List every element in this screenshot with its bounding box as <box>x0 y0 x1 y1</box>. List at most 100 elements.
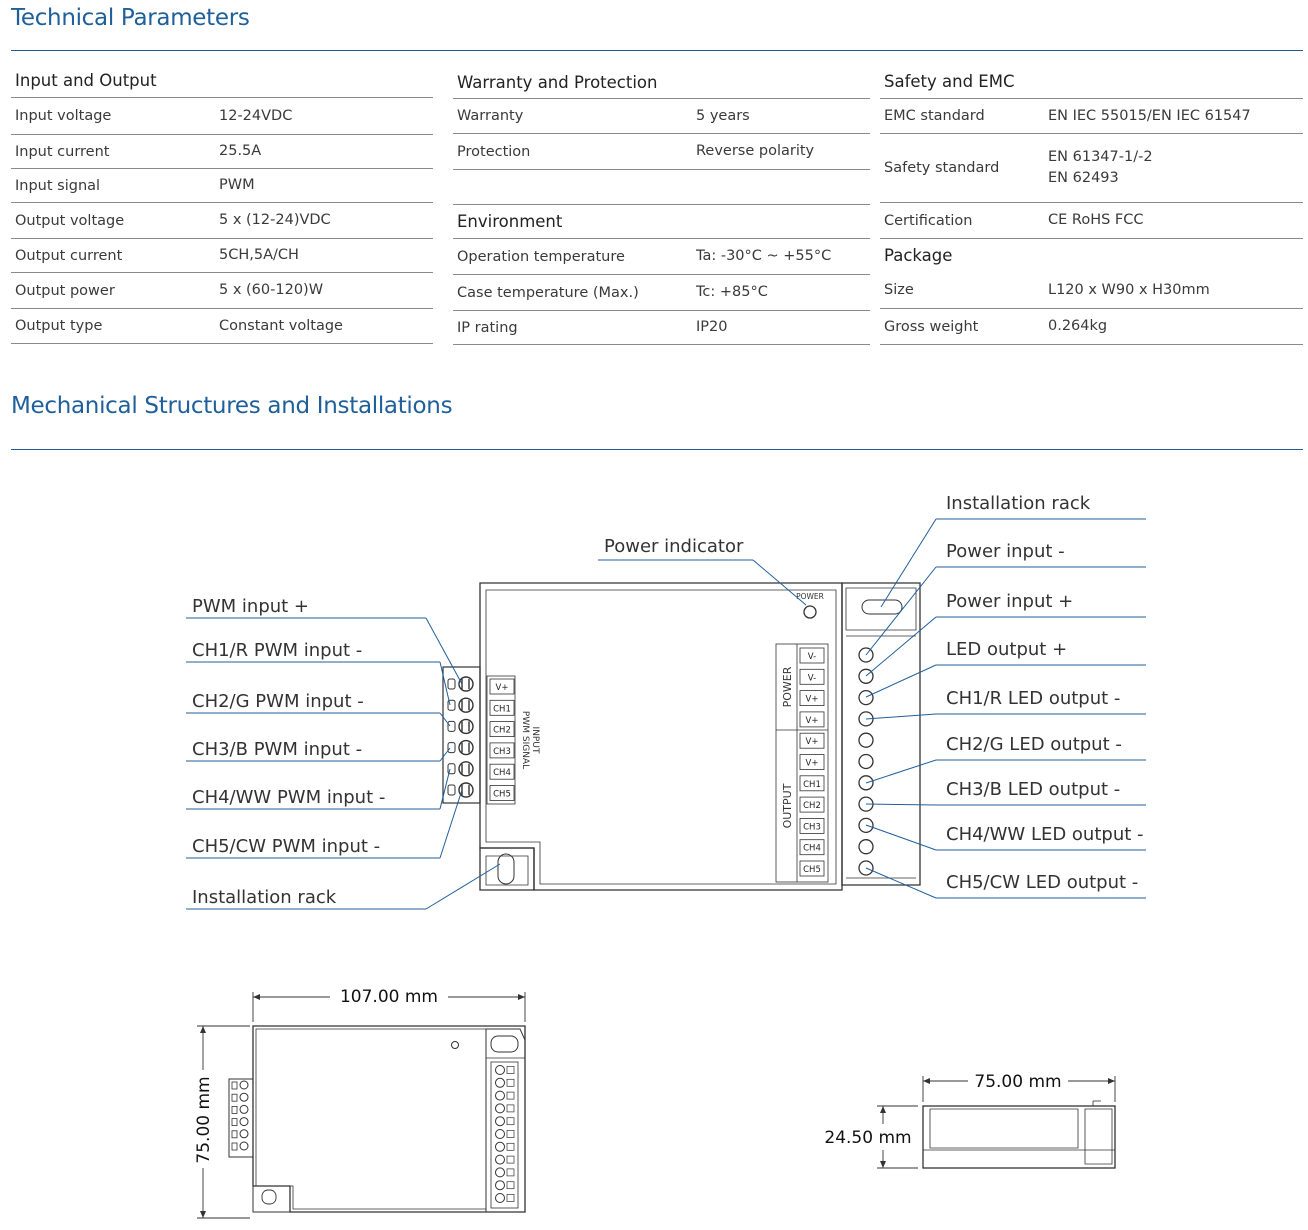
callout-label-left: CH3/B PWM input - <box>192 739 362 760</box>
callout-leader <box>865 803 937 806</box>
terminal-screw <box>495 1116 505 1127</box>
power-caption: POWER <box>781 666 794 707</box>
input-terminal-label: CH2 <box>493 726 511 736</box>
callout-label-right: CH4/WW LED output - <box>946 824 1144 845</box>
terminal-screw <box>495 1129 505 1139</box>
terminal-screw <box>495 1103 505 1114</box>
terminal-screw <box>495 1167 505 1178</box>
terminal-slot <box>506 1091 515 1100</box>
input-caption-2: PWM SIGNAL <box>520 711 530 769</box>
terminal-screw <box>495 1154 505 1165</box>
callout-label-right: CH1/R LED output - <box>946 688 1120 709</box>
terminal-screw <box>495 1065 505 1075</box>
callout-leader <box>425 617 463 685</box>
terminal-screw <box>239 1092 249 1102</box>
output-terminal-label: V+ <box>806 716 819 726</box>
terminal-slot <box>231 1106 238 1114</box>
input-terminal-label: CH5 <box>493 790 511 800</box>
terminal-slot <box>506 1142 515 1151</box>
callout-leader <box>880 518 937 608</box>
callout-leader <box>865 867 937 899</box>
output-terminal-label: CH5 <box>803 865 821 875</box>
terminal-screw <box>495 1077 505 1088</box>
dimension-side-width: 75.00 mm <box>974 1072 1061 1092</box>
terminal-slot <box>447 678 456 690</box>
callout-label-left: CH1/R PWM input - <box>192 640 362 661</box>
callout-label-left: CH5/CW PWM input - <box>192 836 380 857</box>
terminal-screw <box>495 1141 505 1152</box>
callout-label-right: LED output + <box>946 639 1067 660</box>
terminal-screw <box>239 1141 249 1151</box>
callout-label-right: CH2/G LED output - <box>946 734 1122 755</box>
callout-leader <box>865 759 937 784</box>
callout-label-left: CH4/WW PWM input - <box>192 787 385 808</box>
terminal-screw <box>458 676 474 692</box>
output-terminal-label: V- <box>808 652 816 662</box>
callout-label-left: PWM input + <box>192 596 309 617</box>
terminal-slot <box>231 1142 238 1151</box>
callout-leader <box>425 863 501 910</box>
terminal-screw <box>495 1180 505 1191</box>
terminal-slot <box>506 1117 515 1126</box>
terminal-screw <box>239 1129 249 1139</box>
terminal-slot <box>506 1155 515 1164</box>
terminal-screw <box>858 753 874 770</box>
input-terminal-label: CH3 <box>493 747 511 757</box>
terminal-screw <box>239 1117 249 1127</box>
dimension-width: 107.00 mm <box>340 987 438 1007</box>
output-terminal-label: V+ <box>806 737 819 747</box>
input-terminal-label: V+ <box>496 683 509 693</box>
terminal-slot <box>506 1078 515 1087</box>
input-terminal-label: CH1 <box>493 704 511 714</box>
terminal-screw <box>495 1090 505 1101</box>
dimension-side-height: 24.50 mm <box>824 1128 911 1148</box>
output-terminal-label: CH3 <box>803 822 821 832</box>
callout-label-right: Installation rack <box>946 493 1091 514</box>
terminal-slot <box>231 1118 238 1126</box>
input-terminal-label: CH4 <box>493 768 511 778</box>
terminal-slot <box>231 1093 238 1102</box>
terminal-slot <box>447 720 456 732</box>
output-terminal-label: V- <box>808 673 816 683</box>
dimension-height: 75.00 mm <box>194 1076 214 1163</box>
terminal-screw <box>458 718 474 735</box>
terminal-slot <box>231 1081 238 1090</box>
output-terminal-label: V+ <box>806 695 819 705</box>
terminal-screw <box>858 839 874 855</box>
callout-leader <box>865 824 937 851</box>
callout-leader <box>865 616 937 677</box>
mechanical-diagram: V+ CH1 CH2 CH3 CH4 CH5 V- V- V+ V+ V+ V+ CH1 CH2 CH3 C… <box>186 493 1146 1219</box>
terminal-screw <box>458 782 474 798</box>
callout-leader <box>865 713 937 720</box>
terminal-slot <box>506 1130 515 1138</box>
output-terminal-label: V+ <box>806 759 819 769</box>
terminal-screw <box>458 739 474 756</box>
terminal-slot <box>506 1104 515 1113</box>
callout-label-left: CH2/G PWM input - <box>192 691 364 712</box>
callout-label-right: Power input - <box>946 541 1065 562</box>
output-terminal-label: CH1 <box>803 780 821 790</box>
callout-label-right: Power input + <box>946 591 1073 612</box>
terminal-screw <box>858 732 874 748</box>
terminal-screw <box>495 1193 505 1203</box>
terminal-screw <box>458 697 474 713</box>
terminal-slot <box>506 1168 515 1177</box>
output-terminal-label: CH4 <box>803 844 821 854</box>
terminal-slot <box>447 742 456 754</box>
terminal-screw <box>858 689 874 706</box>
terminal-slot <box>506 1181 515 1190</box>
callout-leader <box>865 566 937 656</box>
terminal-screw <box>239 1104 249 1114</box>
callout-leader <box>439 747 451 762</box>
terminal-slot <box>231 1130 238 1139</box>
output-terminal-label: CH2 <box>803 801 821 811</box>
power-indicator-callout: Power indicator <box>604 536 744 557</box>
callout-label-right: CH3/B LED output - <box>946 779 1120 800</box>
callout-label-right: CH5/CW LED output - <box>946 872 1138 893</box>
input-caption: INPUT <box>530 727 540 754</box>
terminal-screw <box>458 761 474 777</box>
callout-leader <box>439 712 451 727</box>
callout-leader <box>865 664 937 698</box>
terminal-slot <box>447 784 456 796</box>
callout-label-left: Installation rack <box>192 887 337 908</box>
